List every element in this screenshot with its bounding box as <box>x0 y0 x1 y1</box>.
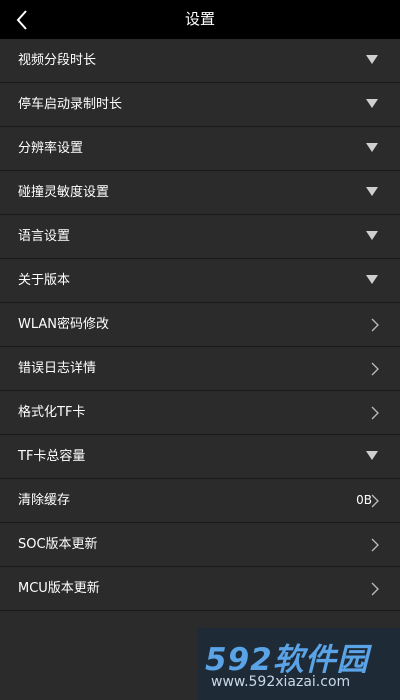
setting-label: 格式化TF卡 <box>18 405 86 420</box>
setting-label: WLAN密码修改 <box>18 317 110 332</box>
chevron-right-icon <box>371 362 379 376</box>
setting-about-version[interactable]: 关于版本 <box>0 259 400 303</box>
dropdown-triangle-icon <box>366 231 378 240</box>
setting-clear-cache[interactable]: 清除缓存 0B <box>0 479 400 523</box>
setting-collision-sensitivity[interactable]: 碰撞灵敏度设置 <box>0 171 400 215</box>
watermark-brand: 592软件园 <box>205 642 369 678</box>
setting-language[interactable]: 语言设置 <box>0 215 400 259</box>
setting-mcu-update[interactable]: MCU版本更新 <box>0 567 400 611</box>
setting-label: 分辨率设置 <box>18 141 84 156</box>
setting-soc-update[interactable]: SOC版本更新 <box>0 523 400 567</box>
setting-tf-card-capacity[interactable]: TF卡总容量 <box>0 435 400 479</box>
setting-label: MCU版本更新 <box>18 581 100 596</box>
settings-list: 视频分段时长 停车启动录制时长 分辨率设置 碰撞灵敏度设置 语言设置 关于版本 … <box>0 39 400 611</box>
setting-label: SOC版本更新 <box>18 537 98 552</box>
chevron-right-icon <box>371 318 379 332</box>
setting-label: 语言设置 <box>18 229 71 244</box>
dropdown-triangle-icon <box>366 99 378 108</box>
setting-label: TF卡总容量 <box>18 449 86 464</box>
dropdown-triangle-icon <box>366 187 378 196</box>
site-watermark: 592软件园 www.592xiazai.com <box>197 628 400 700</box>
dropdown-triangle-icon <box>366 275 378 284</box>
watermark-url: www.592xiazai.com <box>211 674 351 690</box>
chevron-right-icon <box>371 494 379 508</box>
chevron-right-icon <box>371 582 379 596</box>
setting-label: 停车启动录制时长 <box>18 97 123 112</box>
dropdown-triangle-icon <box>366 55 378 64</box>
setting-resolution[interactable]: 分辨率设置 <box>0 127 400 171</box>
setting-error-log[interactable]: 错误日志详情 <box>0 347 400 391</box>
setting-label: 错误日志详情 <box>18 361 97 376</box>
page-title: 设置 <box>184 10 215 28</box>
chevron-right-icon <box>371 538 379 552</box>
setting-label: 清除缓存 <box>18 493 71 508</box>
dropdown-triangle-icon <box>366 451 378 460</box>
chevron-right-icon <box>371 406 379 420</box>
setting-video-segment-duration[interactable]: 视频分段时长 <box>0 39 400 83</box>
top-bar: 设置 <box>0 0 400 39</box>
setting-wlan-password[interactable]: WLAN密码修改 <box>0 303 400 347</box>
dropdown-triangle-icon <box>366 143 378 152</box>
setting-label: 碰撞灵敏度设置 <box>18 185 110 200</box>
setting-label: 视频分段时长 <box>18 53 97 68</box>
setting-parking-record-duration[interactable]: 停车启动录制时长 <box>0 83 400 127</box>
setting-label: 关于版本 <box>18 273 71 288</box>
setting-format-tf-card[interactable]: 格式化TF卡 <box>0 391 400 435</box>
